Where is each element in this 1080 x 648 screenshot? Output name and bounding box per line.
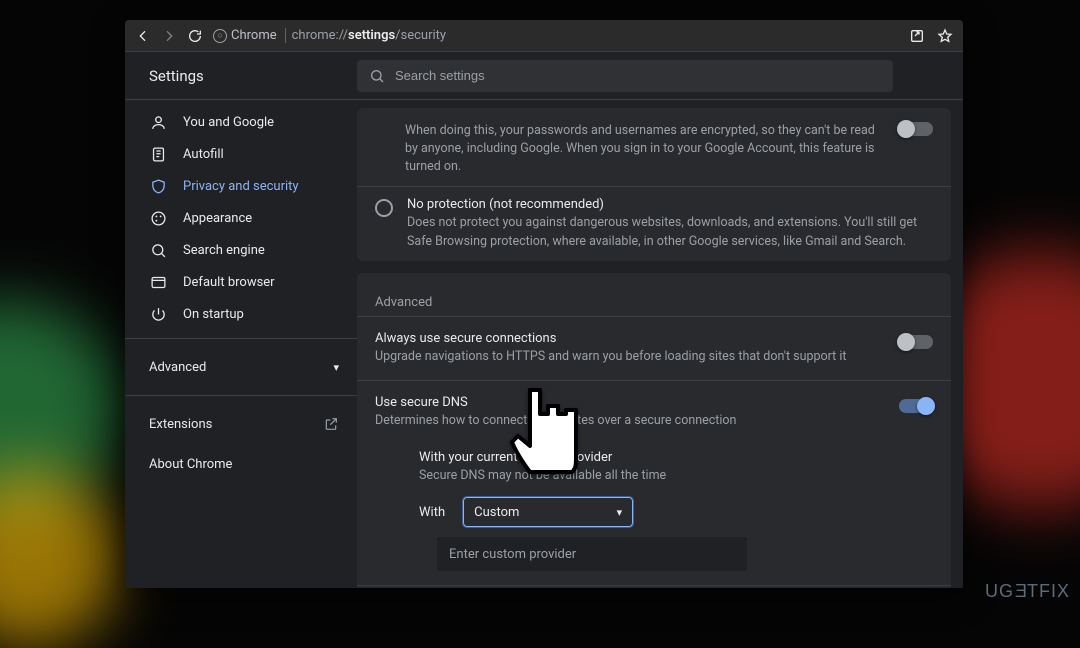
always-secure-toggle[interactable]	[899, 335, 933, 349]
site-chip-label: Chrome	[231, 28, 277, 43]
sidebar-advanced-label: Advanced	[149, 360, 206, 375]
sidebar-item-label: Appearance	[183, 211, 252, 226]
reload-button[interactable]	[187, 28, 203, 44]
dns-select-value: Custom	[474, 505, 519, 520]
external-link-icon	[323, 416, 339, 432]
site-info-icon[interactable]: ○	[213, 29, 227, 43]
always-secure-row: Always use secure connections Upgrade na…	[357, 316, 951, 380]
secure-dns-options: With your current service provider Secur…	[357, 444, 951, 585]
url-text: chrome://settings/security	[292, 28, 446, 43]
sidebar-about-label: About Chrome	[149, 457, 232, 472]
secure-dns-toggle[interactable]	[899, 399, 933, 413]
browser-window: ○ Chrome chrome://settings/security Sett…	[125, 20, 963, 588]
dns-provider-desc: Secure DNS may not be available all the …	[419, 467, 933, 485]
no-protection-option[interactable]: No protection (not recommended) Does not…	[357, 186, 951, 260]
sidebar-item-privacy-security[interactable]: Privacy and security	[125, 170, 349, 202]
sidebar-item-on-startup[interactable]: On startup	[125, 298, 349, 330]
dns-provider-title: With your current service provider	[419, 450, 933, 465]
sidebar-extensions-link[interactable]: Extensions	[125, 404, 357, 444]
manage-certificates-row[interactable]: Manage certificates Manage HTTPS/SSL cer…	[357, 585, 951, 588]
forward-button[interactable]	[161, 28, 177, 44]
page-title: Settings	[125, 67, 357, 85]
chevron-down-icon: ▾	[333, 361, 339, 374]
dns-custom-placeholder: Enter custom provider	[449, 547, 576, 562]
sidebar-item-label: Privacy and security	[183, 179, 299, 194]
always-secure-desc: Upgrade navigations to HTTPS and warn yo…	[375, 348, 879, 366]
search-input[interactable]	[395, 68, 881, 83]
sidebar-item-autofill[interactable]: Autofill	[125, 138, 349, 170]
settings-body: You and Google Autofill Privacy and secu…	[125, 100, 963, 588]
sidebar-item-label: You and Google	[183, 115, 274, 130]
encrypted-sync-toggle[interactable]	[899, 122, 933, 136]
power-icon	[149, 305, 167, 323]
bookmark-star-icon[interactable]	[937, 28, 953, 44]
settings-header: Settings	[125, 52, 963, 100]
search-icon	[369, 68, 385, 84]
secure-dns-title: Use secure DNS	[375, 395, 879, 410]
sidebar-item-search-engine[interactable]: Search engine	[125, 234, 349, 266]
sidebar-about-chrome[interactable]: About Chrome	[125, 444, 357, 484]
dropdown-arrow-icon: ▾	[617, 506, 623, 519]
shield-icon	[149, 177, 167, 195]
palette-icon	[149, 209, 167, 227]
sidebar-item-label: Default browser	[183, 275, 275, 290]
secure-dns-desc: Determines how to connect to websites ov…	[375, 412, 879, 430]
secure-dns-row: Use secure DNS Determines how to connect…	[357, 380, 951, 444]
encrypted-sync-description: When doing this, your passwords and user…	[405, 122, 885, 176]
settings-sidebar: You and Google Autofill Privacy and secu…	[125, 100, 357, 588]
sidebar-item-label: On startup	[183, 307, 244, 322]
radio-unchecked-icon[interactable]	[375, 199, 393, 217]
autofill-icon	[149, 145, 167, 163]
sidebar-item-default-browser[interactable]: Default browser	[125, 266, 349, 298]
sidebar-item-appearance[interactable]: Appearance	[125, 202, 349, 234]
dns-provider-select[interactable]: Custom ▾	[463, 497, 633, 527]
address-bar[interactable]: ○ Chrome chrome://settings/security	[213, 28, 446, 43]
no-protection-title: No protection (not recommended)	[407, 197, 933, 212]
browser-toolbar: ○ Chrome chrome://settings/security	[125, 20, 963, 52]
site-chip: ○ Chrome	[213, 28, 286, 43]
watermark-text: UGETFIX	[985, 581, 1070, 602]
safe-browsing-card: When doing this, your passwords and user…	[357, 108, 951, 261]
back-button[interactable]	[135, 28, 151, 44]
dns-with-label: With	[419, 505, 445, 520]
search-icon	[149, 241, 167, 259]
person-icon	[149, 113, 167, 131]
no-protection-desc: Does not protect you against dangerous w…	[407, 214, 933, 250]
share-icon[interactable]	[909, 28, 925, 44]
dns-custom-input[interactable]: Enter custom provider	[437, 537, 747, 571]
sidebar-item-you-and-google[interactable]: You and Google	[125, 106, 349, 138]
sidebar-extensions-label: Extensions	[149, 417, 212, 432]
sidebar-advanced-toggle[interactable]: Advanced ▾	[125, 347, 357, 387]
search-settings[interactable]	[357, 60, 893, 92]
advanced-section-label: Advanced	[357, 277, 951, 316]
browser-icon	[149, 273, 167, 291]
advanced-card: Advanced Always use secure connections U…	[357, 273, 951, 588]
always-secure-title: Always use secure connections	[375, 331, 879, 346]
settings-content[interactable]: When doing this, your passwords and user…	[357, 100, 963, 588]
sidebar-item-label: Autofill	[183, 147, 224, 162]
sidebar-item-label: Search engine	[183, 243, 265, 258]
